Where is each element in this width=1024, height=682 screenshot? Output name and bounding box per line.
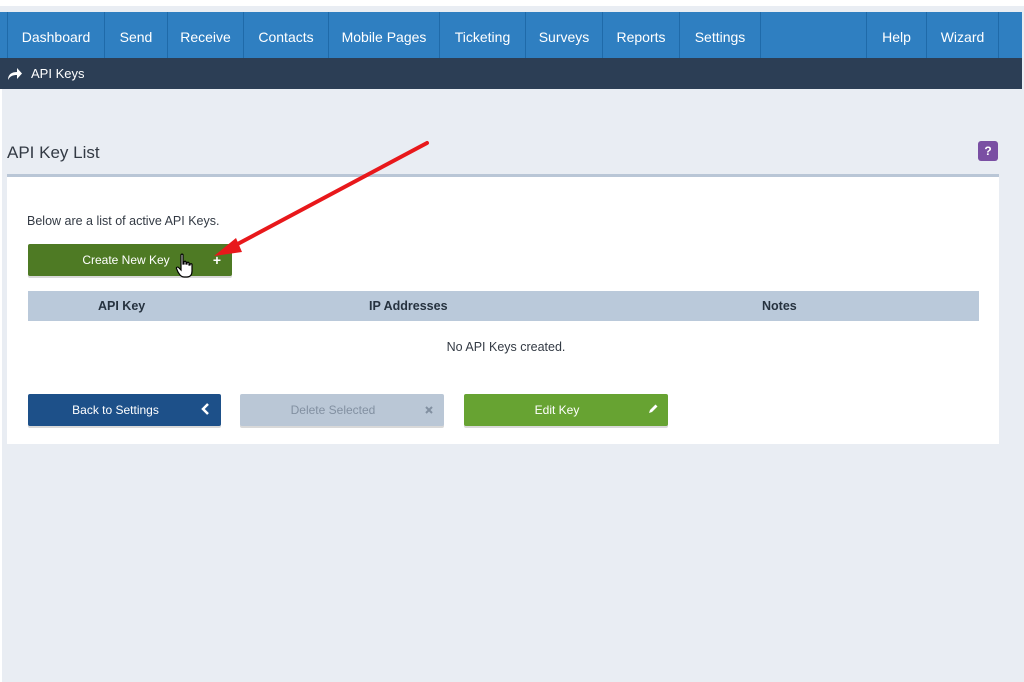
top-nav: Dashboard Send Receive Contacts Mobile P… [0,6,1022,64]
nav-surveys[interactable]: Surveys [526,12,603,62]
edit-key-label: Edit Key [534,403,580,417]
help-button[interactable]: ? [978,141,998,161]
nav-contacts[interactable]: Contacts [244,12,329,62]
nav-dashboard[interactable]: Dashboard [7,12,105,62]
nav-help[interactable]: Help [866,12,927,62]
delete-selected-button[interactable]: Delete Selected [240,394,444,426]
breadcrumb: API Keys [0,58,1022,89]
nav-wizard[interactable]: Wizard [927,12,999,62]
share-arrow-icon [7,67,23,81]
column-ip-addresses: IP Addresses [369,299,448,313]
delete-selected-label: Delete Selected [290,403,376,417]
column-api-key: API Key [98,299,146,313]
chevron-left-icon [191,402,221,418]
page-title: API Key List [7,143,100,162]
column-notes: Notes [762,299,797,313]
back-to-settings-button[interactable]: Back to Settings [28,394,221,426]
nav-settings[interactable]: Settings [680,12,761,62]
breadcrumb-label[interactable]: API Keys [31,66,84,81]
plus-icon: + [212,252,222,268]
empty-table-message: No API Keys created. [446,340,566,354]
close-icon [414,402,444,418]
edit-key-button[interactable]: Edit Key [464,394,668,426]
nav-reports[interactable]: Reports [603,12,680,62]
pencil-icon [638,402,668,418]
nav-ticketing[interactable]: Ticketing [440,12,526,62]
create-new-key-button[interactable]: Create New Key + [28,244,232,276]
intro-text: Below are a list of active API Keys. [27,214,220,228]
back-to-settings-label: Back to Settings [72,403,159,417]
nav-mobile-pages[interactable]: Mobile Pages [329,12,440,62]
table-header: API Key IP Addresses Notes [28,291,979,321]
hand-pointer-icon [175,253,193,278]
nav-receive[interactable]: Receive [168,12,244,62]
nav-send[interactable]: Send [105,12,168,62]
